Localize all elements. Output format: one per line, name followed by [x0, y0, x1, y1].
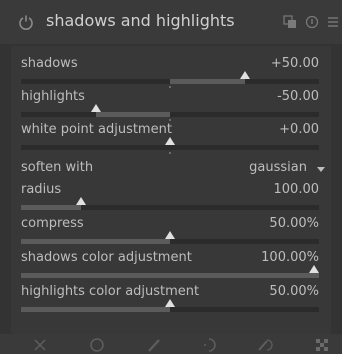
- highlights-color-label: highlights color adjustment: [21, 284, 200, 299]
- raster-mask-icon[interactable]: [313, 336, 331, 354]
- dropdown-arrow-icon[interactable]: [317, 167, 325, 172]
- radius-slider[interactable]: radius 100.00: [11, 180, 331, 210]
- slider-knob[interactable]: [90, 104, 101, 112]
- slider-fill: [95, 112, 170, 117]
- slider-fill: [170, 79, 245, 84]
- white-point-label: white point adjustment: [21, 122, 172, 137]
- multi-instance-icon[interactable]: [283, 15, 297, 29]
- shadows-track[interactable]: [21, 71, 319, 88]
- module-title: shadows and highlights: [46, 11, 235, 30]
- highlights-track[interactable]: [21, 104, 319, 121]
- highlights-slider[interactable]: highlights -50.00: [11, 87, 331, 121]
- highlights-color-value: 50.00%: [269, 284, 319, 299]
- shadows-color-value: 100.00%: [261, 250, 319, 265]
- white-point-slider[interactable]: white point adjustment +0.00: [11, 120, 331, 154]
- slider-fill: [21, 273, 319, 278]
- slider-knob[interactable]: [309, 265, 319, 273]
- slider-zero-tick: [169, 152, 171, 154]
- compress-track[interactable]: [21, 231, 319, 244]
- shadows-color-slider[interactable]: shadows color adjustment 100.00%: [11, 248, 331, 278]
- slider-fill: [21, 205, 81, 210]
- module-panel: shadows +50.00 highlights -50.00 white p…: [11, 46, 331, 334]
- slider-fill: [21, 307, 170, 312]
- compress-value: 50.00%: [269, 216, 319, 231]
- drawn-mask-icon[interactable]: [145, 336, 163, 354]
- mask-toolbar: [0, 334, 342, 354]
- highlights-color-slider[interactable]: highlights color adjustment 50.00%: [11, 282, 331, 312]
- slider-knob[interactable]: [239, 71, 250, 79]
- slider-knob[interactable]: [165, 137, 175, 145]
- soften-with-combobox[interactable]: soften with gaussian: [11, 158, 331, 180]
- highlights-color-track[interactable]: [21, 299, 319, 312]
- compress-label: compress: [21, 216, 84, 231]
- highlights-value: -50.00: [277, 89, 319, 104]
- white-point-value: +0.00: [279, 122, 319, 137]
- soften-with-label: soften with: [21, 160, 94, 175]
- off-icon[interactable]: [31, 336, 49, 354]
- uniform-mask-icon[interactable]: [88, 336, 106, 354]
- shadows-slider[interactable]: shadows +50.00: [11, 54, 331, 88]
- drawn-parametric-mask-icon[interactable]: [256, 336, 274, 354]
- white-point-track[interactable]: [21, 137, 319, 154]
- slider-knob[interactable]: [165, 231, 175, 239]
- presets-icon[interactable]: [326, 15, 340, 29]
- shadows-color-label: shadows color adjustment: [21, 250, 192, 265]
- highlights-label: highlights: [21, 89, 85, 104]
- compress-slider[interactable]: compress 50.00%: [11, 214, 331, 244]
- radius-value: 100.00: [273, 182, 320, 197]
- reset-icon[interactable]: [305, 15, 319, 29]
- power-icon[interactable]: [18, 14, 34, 30]
- slider-knob[interactable]: [165, 299, 175, 307]
- soften-with-value: gaussian: [249, 160, 307, 175]
- shadows-label: shadows: [21, 56, 78, 71]
- slider-fill: [21, 239, 170, 244]
- radius-track[interactable]: [21, 197, 319, 210]
- shadows-value: +50.00: [270, 56, 319, 71]
- slider-knob[interactable]: [75, 197, 86, 205]
- parametric-mask-icon[interactable]: [200, 336, 218, 354]
- radius-label: radius: [21, 182, 62, 197]
- shadows-color-track[interactable]: [21, 265, 319, 278]
- module-header: shadows and highlights: [0, 0, 342, 44]
